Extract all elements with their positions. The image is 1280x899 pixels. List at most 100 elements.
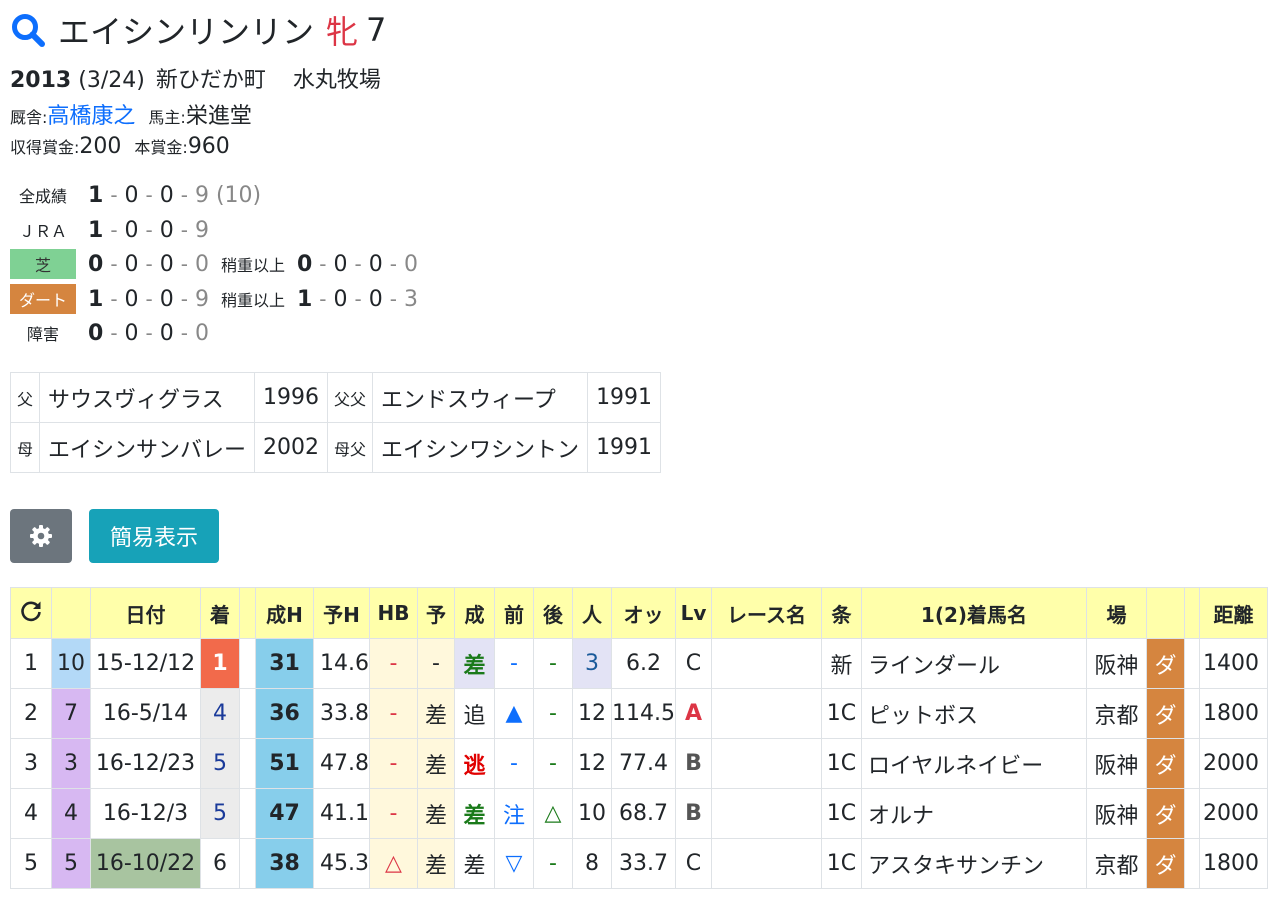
cell-date[interactable]: 15-12/12 [90,638,201,689]
record-seconds: 0 [124,286,139,312]
header-pred-h[interactable]: 予H [313,587,370,639]
record-seconds: 0 [124,251,139,277]
header-result[interactable]: 成 [453,587,495,639]
cell-condition: 新 [820,638,862,689]
cell-course: 京都 [1085,838,1147,889]
cell-date[interactable]: 16-10/22 [90,838,201,889]
earned-label: 収得賞金: [10,138,80,157]
pedigree-row-dam: 母 エイシンサンバレー 2002 母父 エイシンワシントン 1991 [9,422,662,473]
cell-winner[interactable]: ラインダール [860,638,1087,689]
cell-result: 差 [453,638,495,689]
cell-winner[interactable]: ピットボス [860,688,1087,739]
heavy-others: 3 [403,286,418,312]
refresh-button[interactable] [10,587,52,639]
cell-winner[interactable]: ロイヤルネイビー [860,738,1087,789]
trainer-link[interactable]: 高橋康之 [47,104,135,129]
heavy-seconds: 0 [333,286,348,312]
table-row[interactable]: 3 3 16-12/23 5 51 47.8 - 差 逃 - - 12 77.4… [10,738,1268,789]
cell-popularity: 8 [571,838,612,889]
sires-sire-name: エンドスウィープ [372,372,589,423]
birth-info: 2013 (3/24) 新ひだか町 水丸牧場 [10,62,381,94]
main-prize: 960 [187,134,230,159]
cell-result-h: 51 [255,738,314,789]
cell-hb: - [368,688,418,739]
race-table-header: 日付 着 成H 予H HB 予 成 前 後 人 オッ Lv レース名 条 1(2… [10,587,1268,639]
record-label-dirt: ダート [10,284,76,314]
header-condition[interactable]: 条 [820,587,862,639]
heavy-wins: 0 [296,251,313,277]
cell-race-name[interactable] [710,788,822,839]
cell-winner[interactable]: アスタキサンチン [860,838,1087,889]
header-spacer [239,587,256,639]
cell-front: - [493,638,534,689]
cell-hb: △ [368,838,418,889]
owner: 栄進堂 [185,104,252,129]
cell-race-name[interactable] [710,688,822,739]
heavy-label: 稍重以上 [220,291,285,310]
cell-surface: ダ [1145,688,1185,739]
dam-year: 2002 [254,422,329,473]
cell-winner[interactable]: オルナ [860,788,1087,839]
dams-sire-year: 1991 [587,422,662,473]
cell-race-name[interactable] [710,838,822,889]
cell-odds: 114.5 [610,688,676,739]
race-table: 日付 着 成H 予H HB 予 成 前 後 人 オッ Lv レース名 条 1(2… [10,587,1268,889]
record-others: 9 [194,217,209,243]
header-popularity[interactable]: 人 [571,587,612,639]
header-level[interactable]: Lv [674,587,712,639]
cell-date[interactable]: 16-12/3 [90,788,201,839]
cell-spacer-2 [1183,688,1200,739]
cell-race-name[interactable] [710,738,822,789]
header-surface [1145,587,1185,639]
header-rank[interactable]: 着 [200,587,240,639]
cell-front: 注 [493,788,534,839]
cell-odds: 77.4 [610,738,676,789]
header-hb[interactable]: HB [368,587,418,639]
record-row-turf: 芝 0- 0- 0- 0 稍重以上 0- 0- 0- 0 [10,249,418,279]
settings-button[interactable] [10,509,72,563]
table-row[interactable]: 1 10 15-12/12 1 31 14.6 - - 差 - - 3 6.2 … [10,638,1268,689]
header-back[interactable]: 後 [532,587,573,639]
cell-course: 阪神 [1085,638,1147,689]
table-row[interactable]: 5 5 16-10/22 6 38 45.3 △ 差 差 ▽ - 8 33.7 … [10,838,1268,889]
cell-odds: 6.2 [610,638,676,689]
record-seconds: 0 [124,182,139,208]
header-odds[interactable]: オッ [610,587,676,639]
header-winner[interactable]: 1(2)着馬名 [860,587,1087,639]
cell-frame: 10 [51,638,91,689]
cell-pred: 差 [416,788,455,839]
pedigree-row-sire: 父 サウスヴィグラス 1996 父父 エンドスウィープ 1991 [9,372,662,423]
header-race-name[interactable]: レース名 [710,587,822,639]
record-wins: 0 [88,251,104,277]
cell-frame: 5 [51,838,91,889]
header-pred[interactable]: 予 [416,587,455,639]
cell-pred: 差 [416,688,455,739]
record-thirds: 0 [159,182,174,208]
table-row[interactable]: 4 4 16-12/3 5 47 41.1 - 差 差 注 △ 10 68.7 … [10,788,1268,839]
cell-distance: 2000 [1198,788,1268,839]
heavy-others: 0 [403,251,418,277]
main-prize-label: 本賞金: [134,138,188,157]
birth-year: 2013 [10,68,72,93]
table-row[interactable]: 2 7 16-5/14 4 36 33.8 - 差 追 ▲ - 12 114.5… [10,688,1268,739]
cell-result: 差 [453,838,495,889]
record-thirds: 0 [159,286,174,312]
cell-result: 追 [453,688,495,739]
cell-pred: - [416,638,455,689]
simple-view-button[interactable]: 簡易表示 [89,509,219,563]
header-result-h[interactable]: 成H [255,587,314,639]
header-course[interactable]: 場 [1085,587,1147,639]
cell-hb: - [368,738,418,789]
header-distance[interactable]: 距離 [1198,587,1268,639]
cell-level: A [674,688,712,739]
header-front[interactable]: 前 [493,587,534,639]
cell-date[interactable]: 16-5/14 [90,688,201,739]
sires-sire-label: 父父 [327,372,374,423]
cell-odds: 68.7 [610,788,676,839]
heavy-seconds: 0 [333,251,348,277]
cell-spacer-2 [1183,738,1200,789]
header-date[interactable]: 日付 [90,587,201,639]
cell-pred-h: 14.6 [313,638,370,689]
cell-date[interactable]: 16-12/23 [90,738,201,789]
cell-race-name[interactable] [710,638,822,689]
